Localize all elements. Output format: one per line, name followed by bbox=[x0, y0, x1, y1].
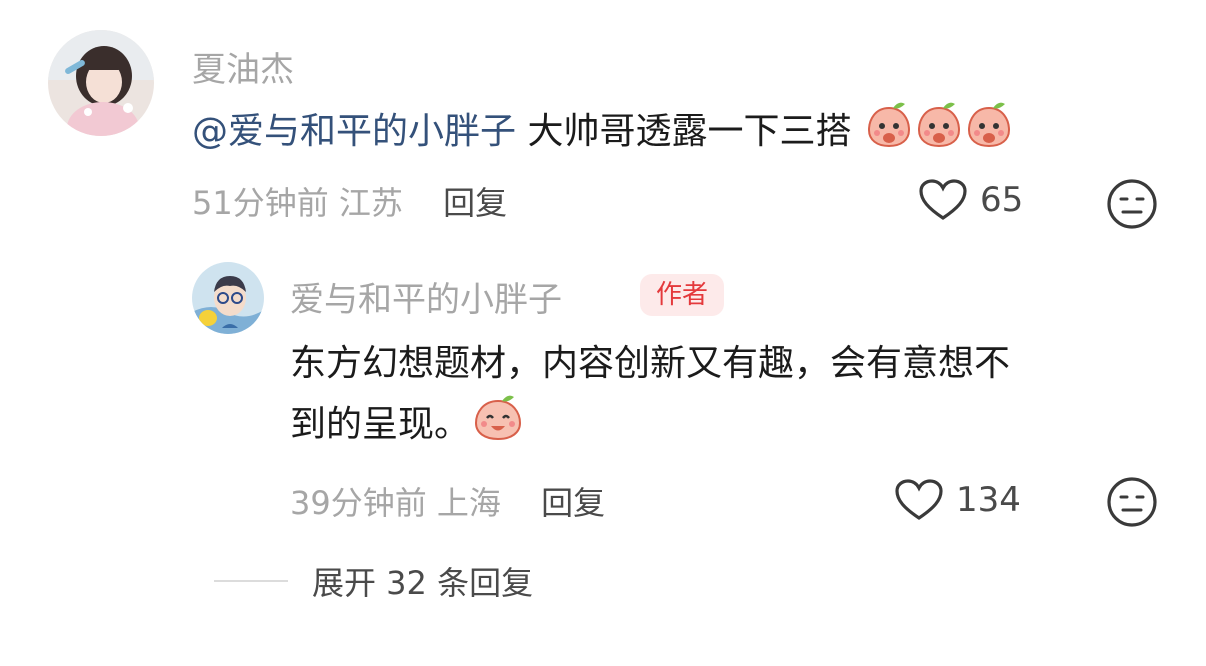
comment-meta: 51分钟前 江苏 回复 bbox=[192, 178, 507, 224]
peach-shy-icon bbox=[915, 100, 963, 166]
commenter-avatar[interactable] bbox=[48, 30, 154, 136]
heart-icon bbox=[919, 179, 967, 220]
dislike-button[interactable] bbox=[1106, 178, 1158, 234]
author-badge: 作者 bbox=[640, 274, 725, 316]
expand-divider bbox=[214, 580, 288, 582]
mention-link[interactable]: @爱与和平的小胖子 bbox=[192, 111, 516, 152]
reply-text-line2: 到的呈现。 bbox=[290, 404, 471, 445]
peach-shy-icon bbox=[965, 100, 1013, 166]
like-count: 65 bbox=[980, 180, 1024, 220]
reply-time: 39分钟前 bbox=[290, 484, 427, 522]
comment-content: @爱与和平的小胖子 大帅哥透露一下三搭 bbox=[192, 100, 1013, 166]
reply-text-line1: 东方幻想题材，内容创新又有趣，会有意想不 bbox=[290, 343, 1011, 384]
reply-location: 上海 bbox=[436, 484, 501, 522]
meh-face-icon bbox=[1107, 477, 1157, 527]
reply-reply-button[interactable]: 回复 bbox=[541, 484, 605, 522]
comment-time: 51分钟前 bbox=[192, 184, 329, 222]
meh-face-icon bbox=[1107, 179, 1157, 229]
like-button[interactable]: 65 bbox=[918, 178, 1023, 222]
reply-button[interactable]: 回复 bbox=[443, 184, 507, 222]
reply-text-line2-wrap: 到的呈现。 bbox=[290, 393, 1010, 459]
peach-smile-icon bbox=[472, 393, 524, 459]
comment-location: 江苏 bbox=[338, 184, 403, 222]
reply-content: 东方幻想题材，内容创新又有趣，会有意想不 到的呈现。 bbox=[290, 335, 1010, 459]
heart-icon bbox=[895, 479, 943, 520]
expand-replies-label: 展开 32 条回复 bbox=[312, 564, 534, 602]
peach-shy-icon bbox=[865, 100, 913, 166]
reply-meta: 39分钟前 上海 回复 bbox=[290, 478, 605, 524]
reply-like-count: 134 bbox=[956, 480, 1021, 520]
reply-like-button[interactable]: 134 bbox=[894, 478, 1021, 522]
author-username[interactable]: 爱与和平的小胖子 bbox=[290, 272, 562, 321]
commenter-username[interactable]: 夏油杰 bbox=[192, 42, 294, 91]
author-avatar[interactable] bbox=[192, 262, 264, 334]
expand-replies-button[interactable]: 展开 32 条回复 bbox=[214, 558, 533, 604]
reply-dislike-button[interactable] bbox=[1106, 476, 1158, 532]
comment-text: 大帅哥透露一下三搭 bbox=[516, 111, 852, 152]
